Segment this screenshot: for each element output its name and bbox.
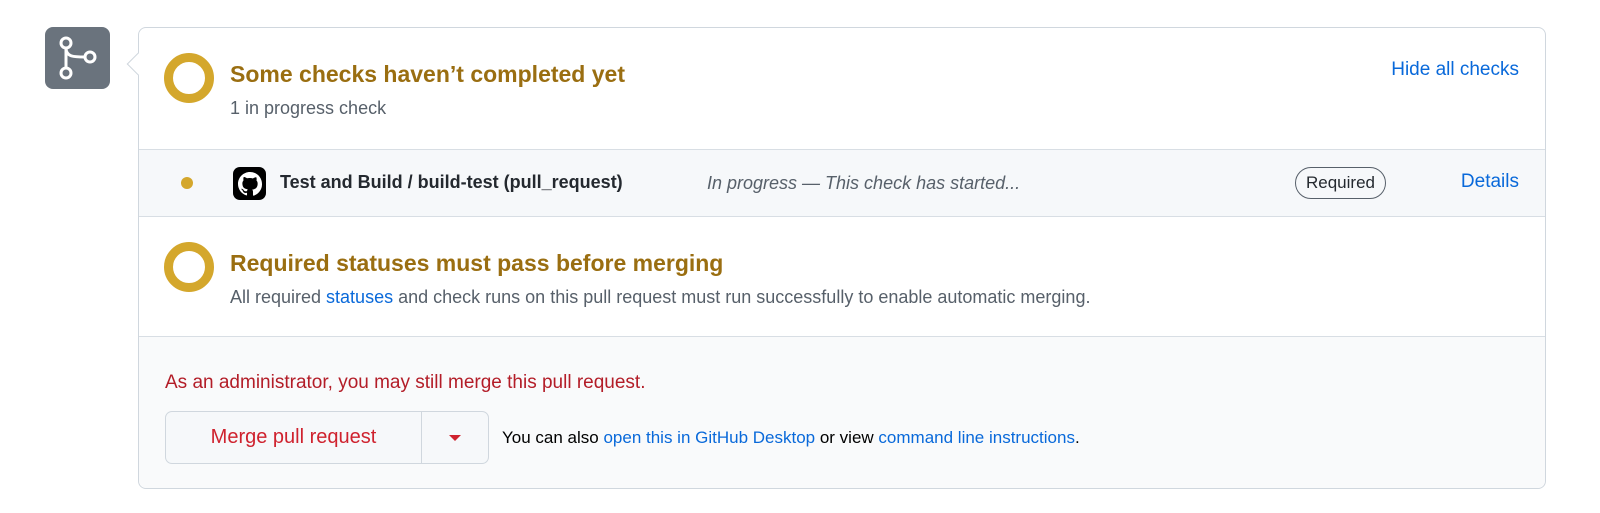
details-link[interactable]: Details — [1461, 171, 1519, 193]
github-logo-icon — [233, 167, 266, 200]
command-line-link[interactable]: command line instructions — [878, 428, 1075, 447]
git-merge-icon — [45, 27, 110, 89]
alternative-options: You can also open this in GitHub Desktop… — [502, 428, 1080, 447]
merge-box: Some checks haven’t completed yet 1 in p… — [126, 27, 1546, 489]
statuses-link[interactable]: statuses — [326, 287, 393, 307]
merge-button-group: Merge pull request — [165, 411, 489, 464]
caret-down-icon — [449, 434, 461, 441]
merge-options-dropdown[interactable] — [422, 412, 488, 463]
required-badge: Required — [1295, 167, 1386, 199]
merge-pull-request-button[interactable]: Merge pull request — [166, 412, 422, 463]
in-progress-dot-icon — [181, 177, 193, 189]
check-name: Test and Build / build-test (pull_reques… — [280, 172, 623, 192]
checks-summary: Some checks haven’t completed yet 1 in p… — [139, 28, 1545, 149]
pending-status-icon — [164, 53, 214, 103]
merge-section: As an administrator, you may still merge… — [139, 336, 1545, 488]
check-row: Test and Build / build-test (pull_reques… — [139, 149, 1545, 217]
required-statuses: Required statuses must pass before mergi… — [139, 217, 1545, 336]
checks-subtitle: 1 in progress check — [230, 98, 387, 118]
github-desktop-link[interactable]: open this in GitHub Desktop — [603, 428, 815, 447]
check-description: In progress — This check has started... — [707, 173, 1021, 193]
admin-warning: As an administrator, you may still merge… — [165, 372, 646, 393]
hide-checks-link[interactable]: Hide all checks — [1391, 59, 1519, 81]
pending-status-icon — [164, 242, 214, 292]
checks-title: Some checks haven’t completed yet — [230, 61, 625, 87]
required-text: All required statuses and check runs on … — [230, 287, 1091, 307]
required-title: Required statuses must pass before mergi… — [230, 250, 724, 276]
